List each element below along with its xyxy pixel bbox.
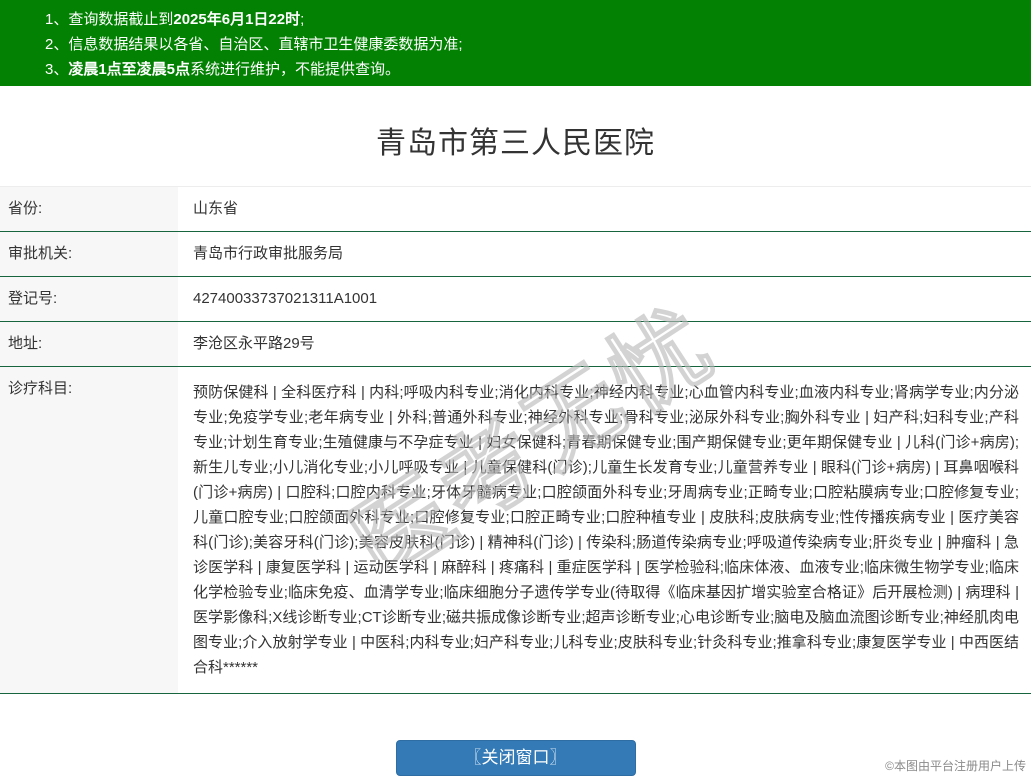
row-value-approval-authority: 青岛市行政审批服务局 (193, 245, 344, 262)
hospital-detail-table: 省份: 山东省 审批机关: 青岛市行政审批服务局 登记号: 4274003373… (0, 186, 1031, 694)
row-label-address: 地址: (0, 322, 178, 366)
notice-line-2-pre: 信息数据结果以各省、自治区、直辖市卫生健康委数据为准; (68, 36, 463, 53)
notice-line-3: 3、凌晨1点至凌晨5点系统进行维护，不能提供查询。 (45, 57, 1021, 82)
table-row-medical-subjects: 诊疗科目: 预防保健科 | 全科医疗科 | 内科;呼吸内科专业;消化内科专业;神… (0, 367, 1031, 694)
row-value-registration-number: 42740033737021311A1001 (193, 290, 378, 307)
notice-line-1: 1、查询数据截止到2025年6月1日22时; (45, 7, 1021, 32)
row-label-registration-number: 登记号: (0, 277, 178, 321)
row-label-medical-subjects: 诊疗科目: (0, 367, 178, 693)
notice-line-3-num: 3、 (45, 61, 69, 78)
notice-line-1-bold: 2025年6月1日22时 (173, 11, 301, 28)
page-title: 青岛市第三人民医院 (376, 127, 655, 160)
notice-line-2: 2、信息数据结果以各省、自治区、直辖市卫生健康委数据为准; (45, 32, 1021, 57)
row-label-approval-authority: 审批机关: (0, 232, 178, 276)
notice-line-3-bold: 凌晨1点至凌晨5点 (68, 61, 191, 78)
notice-banner: 1、查询数据截止到2025年6月1日22时; 2、信息数据结果以各省、自治区、直… (0, 0, 1031, 86)
close-window-button[interactable]: 〖关闭窗口〗 (395, 740, 636, 776)
table-row-province: 省份: 山东省 (0, 187, 1031, 232)
row-value-address: 李沧区永平路29号 (193, 335, 315, 352)
notice-line-3-post: 系统进行维护，不能提供查询。 (190, 61, 401, 78)
table-row-address: 地址: 李沧区永平路29号 (0, 322, 1031, 367)
row-value-province: 山东省 (193, 200, 239, 217)
table-row-registration-number: 登记号: 42740033737021311A1001 (0, 277, 1031, 322)
row-label-province: 省份: (0, 187, 178, 231)
row-value-medical-subjects: 预防保健科 | 全科医疗科 | 内科;呼吸内科专业;消化内科专业;神经内科专业;… (193, 384, 1019, 676)
table-row-approval-authority: 审批机关: 青岛市行政审批服务局 (0, 232, 1031, 277)
footer-watermark: ©本图由平台注册用户上传 (885, 759, 1026, 773)
notice-line-1-pre: 查询数据截止到 (68, 11, 174, 28)
notice-line-1-post: ; (300, 11, 305, 28)
close-button-container: 〖关闭窗口〗 (0, 740, 1031, 776)
notice-line-2-num: 2、 (45, 36, 69, 53)
notice-line-1-num: 1、 (45, 11, 69, 28)
